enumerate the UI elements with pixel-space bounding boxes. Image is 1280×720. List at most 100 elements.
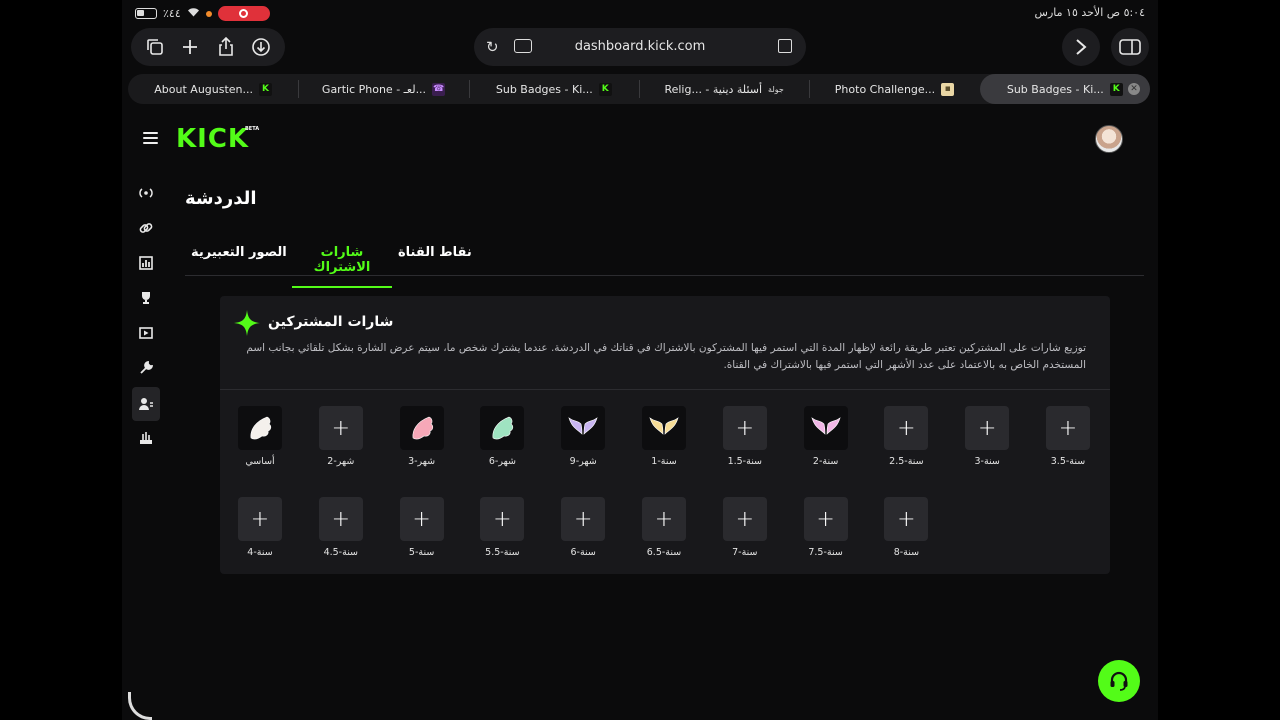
link-icon[interactable] xyxy=(136,218,156,238)
live-icon[interactable] xyxy=(136,183,156,203)
badge-slot[interactable]: أساسي xyxy=(238,406,282,467)
add-badge-button[interactable]: + xyxy=(722,406,767,450)
white-wings-badge-icon[interactable] xyxy=(238,406,282,450)
tab-title: About Augusten... xyxy=(154,82,254,96)
avatar[interactable] xyxy=(1095,125,1123,153)
plus-icon: + xyxy=(735,506,755,532)
wings-icon xyxy=(492,416,514,440)
rainbow-wings-badge-icon[interactable] xyxy=(803,406,848,450)
add-badge-button[interactable]: + xyxy=(965,406,1010,450)
plus-icon: + xyxy=(1058,415,1078,441)
badge-slot[interactable]: سنة-2 xyxy=(803,406,848,467)
plus-icon: + xyxy=(816,506,835,532)
status-datetime: ٥:٠٤ ص الأحد ١٥ مارس xyxy=(1034,6,1145,19)
lavender-wings-badge-icon[interactable] xyxy=(561,406,606,450)
pink-wings-badge-icon[interactable] xyxy=(399,406,444,450)
badge-slot[interactable]: + سنة-5 xyxy=(399,497,444,558)
badge-slot[interactable]: + سنة-3 xyxy=(965,406,1010,467)
add-badge-button[interactable]: + xyxy=(238,497,282,541)
add-badge-button[interactable]: + xyxy=(561,497,606,541)
badge-slot[interactable]: شهر-6 xyxy=(480,406,525,467)
browser-tab[interactable]: Photo Challenge... ▪ xyxy=(809,74,979,104)
sidebar-toggle-button[interactable] xyxy=(1111,28,1149,66)
tab-title: Sub Badges - Ki... xyxy=(1006,82,1104,96)
card-title: شارات المشتركين xyxy=(268,314,394,330)
address-bar[interactable]: ↻ dashboard.kick.com xyxy=(474,28,806,66)
community-icon[interactable] xyxy=(132,387,160,421)
badge-slot[interactable]: + سنة-7 xyxy=(722,497,767,558)
wings-icon xyxy=(811,417,841,435)
badge-slot[interactable]: + سنة-4.5 xyxy=(318,497,363,558)
badge-label: شهر-6 xyxy=(488,456,516,467)
browser-tab[interactable]: Sub Badges - Ki... K xyxy=(468,74,639,104)
add-badge-button[interactable]: + xyxy=(722,497,767,541)
badge-slot[interactable]: شهر-3 xyxy=(399,406,444,467)
screen-recording-indicator[interactable] xyxy=(217,6,270,21)
browser-tab[interactable]: About Augusten... K xyxy=(128,74,298,104)
add-badge-button[interactable]: + xyxy=(1046,406,1090,450)
headset-icon xyxy=(1110,671,1128,691)
browser-tab[interactable]: Relig... - أسئلة دينية جولة xyxy=(638,74,809,104)
trophy-icon[interactable] xyxy=(136,288,156,308)
wings-icon xyxy=(568,417,598,435)
page-menu-icon[interactable] xyxy=(778,39,792,53)
add-badge-button[interactable]: + xyxy=(803,497,848,541)
toolbar-left-group xyxy=(131,28,285,66)
badge-slot[interactable]: شهر-9 xyxy=(561,406,606,467)
subscriptions-icon[interactable] xyxy=(136,428,156,448)
tab-emotes[interactable]: الصور التعبيرية xyxy=(191,245,287,271)
share-button[interactable] xyxy=(208,29,244,65)
add-badge-button[interactable]: + xyxy=(318,497,363,541)
badge-label: سنة-5 xyxy=(408,547,435,558)
subscriber-badges-card: شارات المشتركين توزيع شارات على المشتركي… xyxy=(220,296,1110,574)
badge-slot[interactable]: + سنة-4 xyxy=(238,497,282,558)
kick-icon: K xyxy=(598,82,612,96)
add-badge-button[interactable]: + xyxy=(480,497,525,541)
badge-slot[interactable]: + سنة-3.5 xyxy=(1046,406,1090,467)
forward-button[interactable] xyxy=(1062,28,1100,66)
downloads-button[interactable] xyxy=(244,29,280,65)
video-icon[interactable] xyxy=(136,323,156,343)
add-badge-button[interactable]: + xyxy=(399,497,444,541)
add-badge-button[interactable]: + xyxy=(884,497,929,541)
badge-slot[interactable]: + سنة-2.5 xyxy=(884,406,929,467)
mint-wings-badge-icon[interactable] xyxy=(480,406,525,450)
add-badge-button[interactable]: + xyxy=(642,497,686,541)
share-icon xyxy=(218,37,233,56)
wings-icon xyxy=(649,417,679,435)
new-tab-button[interactable] xyxy=(173,29,209,65)
browser-tab[interactable]: Gartic Phone - لعـ... ☎ xyxy=(298,74,468,104)
menu-icon[interactable] xyxy=(143,132,158,144)
tab-overview-button[interactable] xyxy=(137,29,173,65)
badge-slot[interactable]: + سنة-6 xyxy=(561,497,606,558)
badge-label: سنة-6 xyxy=(570,547,596,558)
badge-slot[interactable]: + سنة-1.5 xyxy=(722,406,767,467)
add-badge-button[interactable]: + xyxy=(884,406,929,450)
gold-wings-badge-icon[interactable] xyxy=(642,406,686,450)
plus-icon: + xyxy=(735,415,755,441)
badge-label: سنة-4.5 xyxy=(323,547,359,558)
wrench-icon[interactable] xyxy=(136,358,156,378)
plus-icon: + xyxy=(412,506,431,532)
browser-tab-active[interactable]: Sub Badges - Ki... K ✕ xyxy=(979,74,1150,104)
badge-slot[interactable]: + سنة-5.5 xyxy=(480,497,525,558)
close-tab-icon[interactable]: ✕ xyxy=(1127,83,1140,95)
badge-label: سنة-5.5 xyxy=(485,547,520,558)
tab-channel-points[interactable]: نقاط القناة xyxy=(398,245,472,271)
badge-label: سنة-6.5 xyxy=(646,547,682,558)
badge-slot[interactable]: سنة-1 xyxy=(642,406,686,467)
badge-slot[interactable]: + سنة-6.5 xyxy=(642,497,686,558)
add-badge-button[interactable]: + xyxy=(318,406,363,450)
badge-label: سنة-4 xyxy=(247,547,273,558)
analytics-icon[interactable] xyxy=(136,253,156,273)
badge-slot[interactable]: + سنة-8 xyxy=(884,497,929,558)
kick-logo[interactable]: KICK xyxy=(176,126,249,152)
badge-slot[interactable]: + شهر-2 xyxy=(318,406,363,467)
wings-icon xyxy=(412,416,433,440)
tab-sub-badges[interactable]: شارات الاشتراك xyxy=(292,245,392,288)
badge-slot[interactable]: + سنة-7.5 xyxy=(803,497,848,558)
url-text[interactable]: dashboard.kick.com xyxy=(474,39,806,54)
battery-icon xyxy=(135,8,157,19)
support-chat-button[interactable] xyxy=(1098,660,1140,702)
chevron-right-icon xyxy=(1076,39,1087,55)
